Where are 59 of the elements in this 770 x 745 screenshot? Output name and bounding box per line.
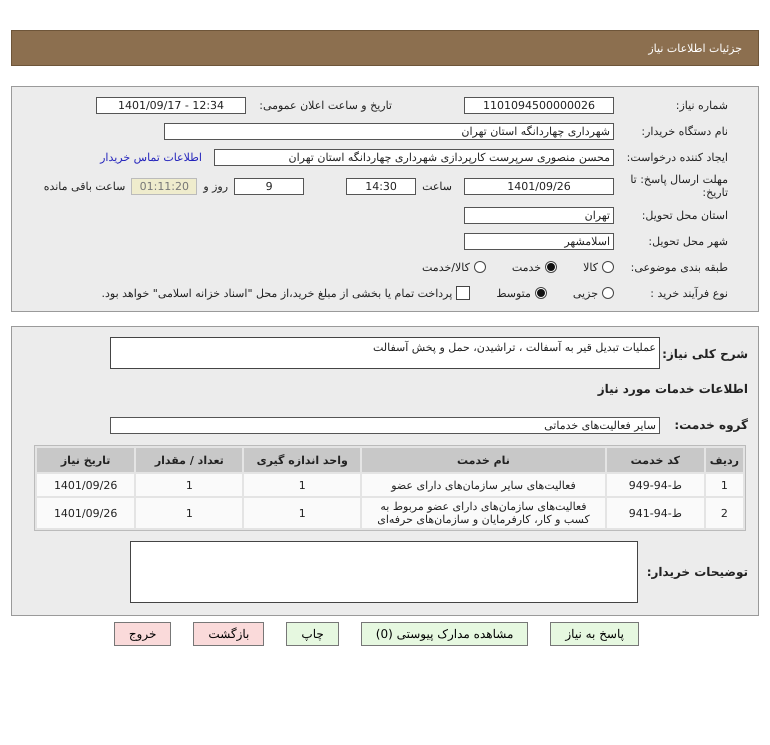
table-cell: 1	[136, 498, 242, 528]
input-field: 14:30	[346, 178, 416, 194]
field-label: طبقه بندی موضوعی:	[630, 260, 728, 274]
column-header: تاریخ نیاز	[37, 448, 134, 472]
radio-option[interactable]: متوسط	[496, 286, 547, 300]
field-label: تاریخ و ساعت اعلان عمومی:	[258, 98, 392, 112]
table-cell: 1	[244, 474, 360, 496]
column-header: تعداد / مقدار	[136, 448, 242, 472]
field-label: نوع فرآیند خرید :	[649, 286, 728, 300]
action-button[interactable]: پاسخ به نیاز	[550, 622, 639, 646]
treasury-checkbox[interactable]: پرداخت تمام یا بخشی از مبلغ خرید،از محل "اسناد خزانه اسلامی" خواهد بود.	[102, 286, 470, 300]
time-label: ساعت	[422, 180, 452, 192]
table-cell: 1401/09/26	[37, 498, 134, 528]
field-label: ایجاد کننده درخواست:	[626, 150, 728, 164]
radio-option[interactable]: کالا	[583, 260, 614, 274]
input-field: محسن منصوری سرپرست کارپردازی شهرداری چهاردانگه استان تهران	[214, 148, 614, 166]
table-cell: 1	[244, 498, 360, 528]
remaining-label: ساعت باقی مانده	[44, 180, 126, 192]
input-field: سایر فعالیت‌های خدماتی	[110, 416, 660, 434]
table-cell: 1	[706, 474, 743, 496]
days-label: روز و	[203, 180, 228, 192]
column-header: نام خدمت	[362, 448, 605, 472]
column-header: ردیف	[706, 448, 743, 472]
input-field: 1101094500000026	[464, 96, 614, 114]
input-field: اسلامشهر	[464, 232, 614, 250]
table-cell: 2	[706, 498, 743, 528]
table-cell: فعالیت‌های سایر سازمان‌های دارای عضو	[362, 474, 605, 496]
input-field: تهران	[464, 206, 614, 224]
section-heading: اطلاعات خدمات مورد نیاز	[598, 382, 748, 396]
countdown-field: 01:11:20	[131, 178, 198, 194]
contact-link[interactable]: اطلاعات تماس خریدار	[100, 150, 202, 164]
input-field: شهرداری چهاردانگه استان تهران	[164, 122, 614, 140]
input-field: 1401/09/17 - 12:34	[96, 96, 246, 114]
table-cell: فعالیت‌های سازمان‌های دارای عضو مربوط به کسب و کار، کارفرمایان و سازمان‌های حرفه‌ای	[362, 498, 605, 528]
radio-option[interactable]: خدمت	[512, 260, 558, 274]
field-label: مهلت ارسال پاسخ: تا تاریخ:	[629, 173, 728, 199]
action-button[interactable]: خروج	[114, 622, 172, 646]
action-button[interactable]: مشاهده مدارک پیوستی (0)	[360, 622, 528, 646]
table-cell: 1401/09/26	[37, 474, 134, 496]
column-header: کد خدمت	[606, 448, 704, 472]
page-title: جزئیات اطلاعات نیاز	[648, 42, 742, 54]
field-label: توضیحات خریدار:	[646, 565, 748, 579]
summary-box: عملیات تبدیل قیر به آسفالت ، تراشیدن، حمل و پخش آسفالت	[110, 337, 660, 369]
field-label: شماره نیاز:	[674, 98, 728, 112]
table-cell: ط-94-949	[606, 474, 704, 496]
field-label: گروه خدمت:	[673, 418, 748, 432]
radio-option[interactable]: کالا/خدمت	[422, 260, 486, 274]
field-label: شرح کلی نیاز:	[666, 347, 748, 361]
column-header: واحد اندازه گیری	[244, 448, 360, 472]
action-button[interactable]: چاپ	[286, 622, 339, 646]
input-field: 9	[234, 178, 304, 194]
input-field: 1401/09/26	[464, 178, 614, 194]
radio-option[interactable]: جزیی	[572, 286, 614, 300]
table-cell: ط-94-941	[606, 498, 704, 528]
field-label: نام دستگاه خریدار:	[640, 124, 728, 138]
action-button[interactable]: بازگشت	[193, 622, 264, 646]
field-label: استان محل تحویل:	[640, 208, 728, 222]
field-label: شهر محل تحویل:	[647, 234, 728, 248]
table-cell: 1	[136, 474, 242, 496]
